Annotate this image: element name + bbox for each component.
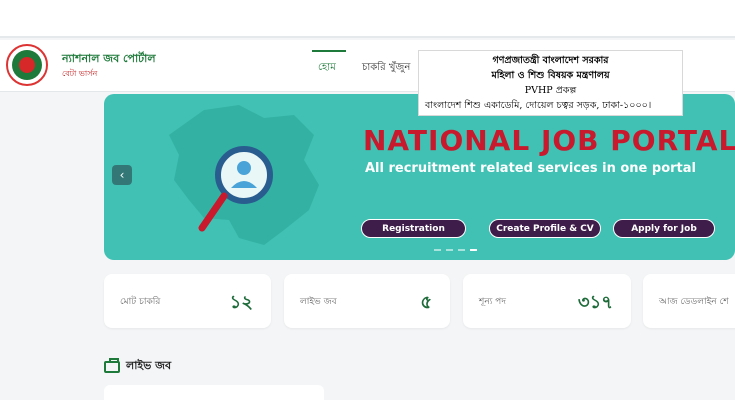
nav-home[interactable]: হোম xyxy=(318,60,336,77)
browser-top-strip xyxy=(0,0,735,38)
stat-card-deadline-today[interactable]: আজ ডেডলাইন শে xyxy=(643,274,735,328)
carousel-prev-button[interactable]: ‹ xyxy=(112,165,132,185)
carousel-indicators xyxy=(434,249,477,251)
ministry-info-overlay: গণপ্রজাতন্ত্রী বাংলাদেশ সরকার মহিলা ও শি… xyxy=(418,50,683,116)
stat-label: মোট চাকরি xyxy=(120,297,161,307)
live-jobs-heading: লাইভ জব xyxy=(104,357,171,376)
nav-active-indicator xyxy=(312,50,346,52)
carousel-dot-active[interactable] xyxy=(470,249,477,251)
stat-card-live-jobs[interactable]: লাইভ জব ৫ xyxy=(284,274,450,328)
banner-title: NATIONAL JOB PORTAL xyxy=(363,124,735,157)
stat-value: ১২ xyxy=(229,292,253,313)
stat-label: শূন্য পদ xyxy=(479,297,507,307)
overlay-address: বাংলাদেশ শিশু একাডেমি, দোয়েল চত্বর সড়ক… xyxy=(425,100,652,111)
job-card[interactable] xyxy=(104,385,324,400)
government-logo[interactable] xyxy=(6,44,48,86)
stat-card-total-jobs[interactable]: মোট চাকরি ১২ xyxy=(104,274,271,328)
overlay-project-name: PVHP প্রকল্প xyxy=(524,85,577,96)
carousel-dot[interactable] xyxy=(458,249,465,251)
apply-job-button[interactable]: Apply for Job xyxy=(613,219,715,238)
nav-find-jobs[interactable]: চাকরি খুঁজুন xyxy=(362,60,410,77)
logo-map-mark xyxy=(19,57,35,73)
stat-card-vacancies[interactable]: শূন্য পদ ৩১৭ xyxy=(463,274,631,328)
overlay-ministry-name: মহিলা ও শিশু বিষয়ক মন্ত্রণালয় xyxy=(491,70,610,81)
chevron-left-icon: ‹ xyxy=(119,168,125,182)
overlay-government-name: গণপ্রজাতন্ত্রী বাংলাদেশ সরকার xyxy=(492,55,609,66)
site-version-label: বেটা ভার্সন xyxy=(62,69,98,78)
logo-emblem xyxy=(12,50,42,80)
stat-value: ৩১৭ xyxy=(577,292,613,313)
banner-subtitle: All recruitment related services in one … xyxy=(365,161,696,176)
briefcase-icon xyxy=(104,357,120,373)
carousel-dot[interactable] xyxy=(434,249,441,251)
site-title[interactable]: ন্যাশনাল জব পোর্টাল xyxy=(62,50,156,69)
stat-value: ৫ xyxy=(420,292,432,313)
carousel-dot[interactable] xyxy=(446,249,453,251)
stat-label: লাইভ জব xyxy=(300,297,337,307)
registration-button[interactable]: Registration xyxy=(361,219,466,238)
create-profile-button[interactable]: Create Profile & CV xyxy=(489,219,601,238)
live-jobs-title: লাইভ জব xyxy=(126,359,172,372)
hero-banner: ‹ NATIONAL JOB PORTAL All recruitment re… xyxy=(104,94,735,260)
bangladesh-map-illustration xyxy=(169,105,319,245)
stat-label: আজ ডেডলাইন শে xyxy=(659,297,729,307)
